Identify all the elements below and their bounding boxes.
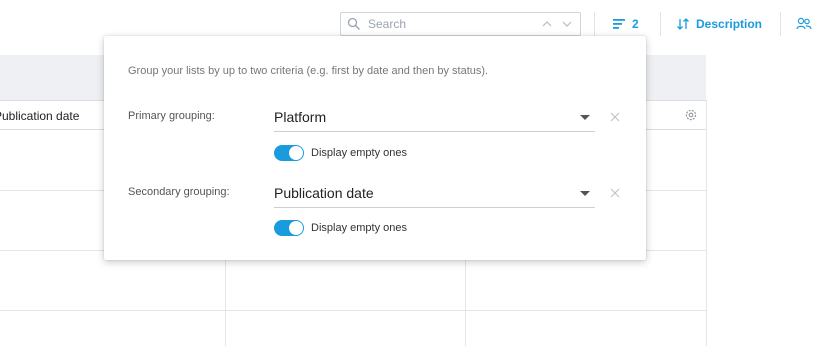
chevron-down-icon[interactable] [580, 191, 590, 196]
search-placeholder[interactable]: Search [368, 17, 406, 31]
toolbar-divider [594, 12, 595, 36]
close-icon[interactable] [609, 187, 621, 199]
settings-gear-icon[interactable] [684, 108, 698, 122]
primary-display-empty-label: Display empty ones [311, 147, 407, 159]
sort-label: Description [696, 17, 763, 31]
people-button[interactable] [796, 14, 818, 34]
primary-grouping-value[interactable]: Platform [274, 109, 326, 125]
search-box[interactable]: Search [340, 12, 581, 36]
grouping-count: 2 [632, 17, 639, 31]
chevron-down-icon[interactable] [580, 115, 590, 120]
grouping-description: Group your lists by up to two criteria (… [128, 65, 489, 77]
search-icon [347, 17, 360, 30]
secondary-display-empty-toggle-row: Display empty ones [274, 219, 407, 237]
toolbar-divider [780, 12, 781, 36]
close-icon[interactable] [609, 111, 621, 123]
group-lines-icon [613, 19, 625, 29]
column-header-publication-date[interactable]: Publication date [0, 109, 79, 123]
toggle-knob [289, 146, 303, 160]
grouping-button[interactable]: 2 [612, 14, 639, 34]
secondary-grouping-label: Secondary grouping: [128, 186, 230, 198]
secondary-display-empty-label: Display empty ones [311, 222, 407, 234]
secondary-display-empty-toggle[interactable] [274, 220, 304, 236]
primary-display-empty-toggle-row: Display empty ones [274, 144, 407, 162]
sort-button[interactable]: Description [676, 14, 762, 34]
chevron-down-icon[interactable] [561, 18, 573, 30]
secondary-grouping-value[interactable]: Publication date [274, 185, 374, 201]
primary-display-empty-toggle[interactable] [274, 145, 304, 161]
sort-arrows-icon [677, 18, 689, 30]
people-icon [796, 17, 812, 30]
primary-grouping-select[interactable]: Platform [274, 106, 595, 132]
app-root: Search 2 Description Publication date Gr… [0, 0, 818, 346]
toggle-knob [289, 221, 303, 235]
secondary-grouping-select[interactable]: Publication date [274, 182, 595, 208]
toolbar-divider [660, 12, 661, 36]
primary-grouping-label: Primary grouping: [128, 110, 215, 122]
table-row-divider [0, 310, 706, 311]
table-right-border [706, 100, 707, 346]
grouping-popover: Group your lists by up to two criteria (… [104, 36, 646, 260]
chevron-up-icon[interactable] [541, 18, 553, 30]
